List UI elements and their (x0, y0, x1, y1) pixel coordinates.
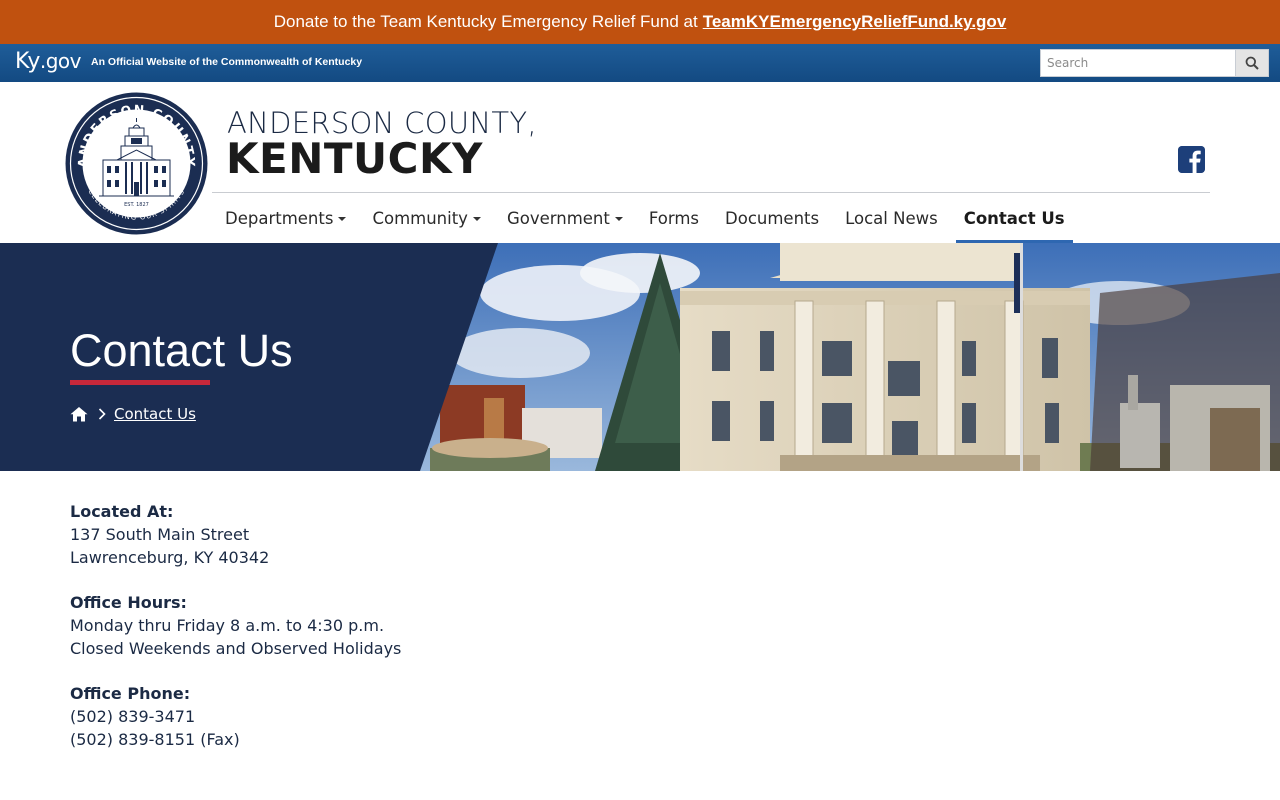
nav-local-news[interactable]: Local News (832, 193, 951, 243)
chevron-down-icon (614, 217, 623, 221)
donate-banner: Donate to the Team Kentucky Emergency Re… (0, 0, 1280, 44)
kygov-logo-ky: Ky (15, 49, 40, 74)
phone-block: Office Phone: (502) 839-3471 (502) 839-8… (70, 682, 401, 751)
nav-label: Documents (725, 208, 820, 228)
kygov-bar: Ky.gov An Official Website of the Common… (0, 44, 1280, 82)
location-block: Located At: 137 South Main Street Lawren… (70, 500, 401, 569)
nav-government[interactable]: Government (494, 193, 636, 243)
contact-content: Located At: 137 South Main Street Lawren… (70, 500, 401, 773)
nav-label: Community (372, 208, 468, 228)
nav-label: Forms (648, 208, 700, 228)
donate-text: Donate to the Team Kentucky Emergency Re… (273, 12, 698, 31)
county-title-main: KENTUCKY (226, 134, 483, 183)
hours-label: Office Hours: (70, 593, 187, 612)
nav-label: Local News (845, 208, 938, 228)
chevron-down-icon (338, 217, 347, 221)
search-input[interactable] (1041, 50, 1235, 76)
location-label: Located At: (70, 502, 174, 521)
phone-line-1: (502) 839-3471 (70, 707, 196, 726)
phone-label: Office Phone: (70, 684, 191, 703)
hours-block: Office Hours: Monday thru Friday 8 a.m. … (70, 591, 401, 660)
nav-label: Contact Us (963, 208, 1065, 228)
home-icon[interactable] (70, 406, 88, 422)
facebook-icon[interactable] (1178, 146, 1205, 173)
address-line-1: 137 South Main Street (70, 525, 250, 544)
nav-contact-us[interactable]: Contact Us (951, 193, 1078, 243)
search-icon (1245, 56, 1259, 70)
nav-label: Government (506, 208, 610, 228)
site-header: ANDERSON COUNTY CELEBRATING OUR SPIRITS (0, 82, 1280, 243)
nav-community[interactable]: Community (359, 193, 494, 243)
hero-banner: Contact Us Contact Us (0, 243, 1280, 471)
nav-label: Departments (225, 208, 334, 228)
page-title: Contact Us (70, 325, 293, 376)
nav-documents[interactable]: Documents (712, 193, 832, 243)
kygov-tagline: An Official Website of the Commonwealth … (91, 56, 363, 68)
search-button[interactable] (1235, 50, 1268, 76)
phone-line-2: (502) 839-8151 (Fax) (70, 730, 240, 749)
main-nav: Departments Community Government Forms D… (212, 193, 1078, 243)
search-box (1040, 49, 1269, 77)
breadcrumb: Contact Us (70, 405, 196, 423)
address-line-2: Lawrenceburg, KY 40342 (70, 548, 270, 567)
breadcrumb-current-link[interactable]: Contact Us (114, 405, 196, 423)
kygov-logo[interactable]: Ky.gov (15, 49, 81, 74)
chevron-down-icon (472, 217, 481, 221)
nav-departments[interactable]: Departments (212, 193, 359, 243)
kygov-logo-gov: .gov (39, 49, 82, 73)
nav-forms[interactable]: Forms (636, 193, 712, 243)
donate-link[interactable]: TeamKYEmergencyReliefFund.ky.gov (703, 12, 1007, 32)
county-seal[interactable]: ANDERSON COUNTY CELEBRATING OUR SPIRITS (65, 92, 208, 235)
hours-line-1: Monday thru Friday 8 a.m. to 4:30 p.m. (70, 616, 385, 635)
chevron-right-icon (98, 408, 106, 420)
seal-est-text: EST. 1827 (124, 202, 149, 208)
title-underline (70, 380, 210, 385)
hours-line-2: Closed Weekends and Observed Holidays (70, 639, 402, 658)
